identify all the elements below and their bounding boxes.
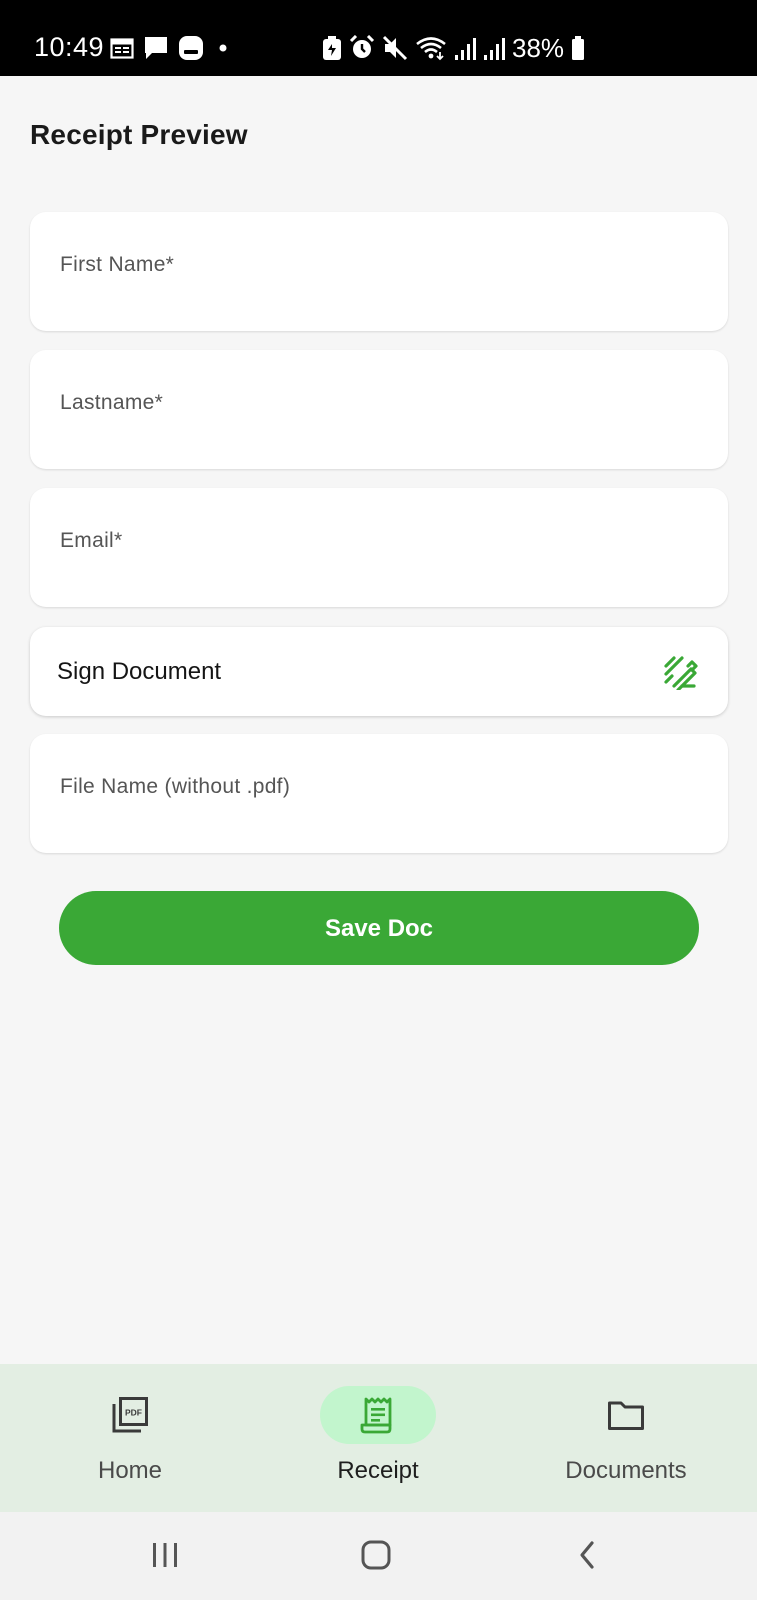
system-home-button[interactable] <box>346 1530 406 1580</box>
nav-item-documents[interactable]: Documents <box>500 1364 752 1512</box>
back-button[interactable] <box>558 1530 618 1580</box>
nav-home-label: Home <box>97 1457 163 1484</box>
last-name-placeholder: Lastname* <box>60 391 164 414</box>
app-notification-icon <box>179 36 203 60</box>
chat-icon <box>145 37 167 59</box>
nav-receipt-active-pill <box>320 1386 436 1444</box>
svg-text:PDF: PDF <box>125 1408 142 1418</box>
last-name-field[interactable]: Lastname* <box>30 350 728 469</box>
nav-item-home[interactable]: PDF Home <box>4 1364 256 1512</box>
nav-documents-label: Documents <box>565 1457 687 1484</box>
email-field[interactable]: Email* <box>30 488 728 607</box>
battery-icon <box>572 36 585 60</box>
home-icon <box>361 1540 391 1570</box>
battery-percentage: 38% <box>512 33 565 63</box>
file-name-placeholder: File Name (without .pdf) <box>60 775 291 798</box>
signature-pen-icon[interactable] <box>662 654 698 690</box>
mute-icon <box>382 35 408 61</box>
back-icon <box>580 1541 594 1569</box>
signal-icon-2 <box>484 38 505 60</box>
signal-icon <box>455 38 476 60</box>
status-right-icons: 38% <box>322 33 585 63</box>
nav-documents-icon-wrap <box>568 1386 684 1444</box>
save-doc-button[interactable]: Save Doc <box>59 891 699 965</box>
battery-saver-icon <box>323 36 341 60</box>
nav-receipt-label: Receipt <box>337 1457 419 1484</box>
recents-button[interactable] <box>135 1530 195 1580</box>
wifi-icon <box>416 37 446 61</box>
email-placeholder: Email* <box>60 529 123 552</box>
dot-icon <box>219 44 227 52</box>
nav-item-receipt[interactable]: Receipt <box>252 1364 504 1512</box>
status-time: 10:49 <box>34 32 105 62</box>
pdf-stack-icon: PDF <box>112 1397 148 1433</box>
sign-document-button[interactable]: Sign Document <box>30 627 728 716</box>
status-left-icons <box>110 34 233 62</box>
first-name-field[interactable]: First Name* <box>30 212 728 331</box>
system-navigation-bar <box>0 1512 757 1600</box>
first-name-placeholder: First Name* <box>60 253 175 276</box>
bottom-navigation: PDF Home Receipt Documents <box>0 1364 757 1512</box>
folder-icon <box>608 1401 644 1430</box>
file-name-field[interactable]: File Name (without .pdf) <box>30 734 728 853</box>
receipt-icon <box>360 1397 392 1434</box>
status-bar: 10:49 38% <box>0 0 757 76</box>
nav-home-icon-wrap: PDF <box>72 1386 188 1444</box>
sign-document-label: Sign Document <box>57 658 222 685</box>
recents-icon <box>153 1543 177 1567</box>
calendar-icon <box>110 38 134 59</box>
alarm-icon <box>349 35 375 58</box>
page-title: Receipt Preview <box>30 119 248 150</box>
